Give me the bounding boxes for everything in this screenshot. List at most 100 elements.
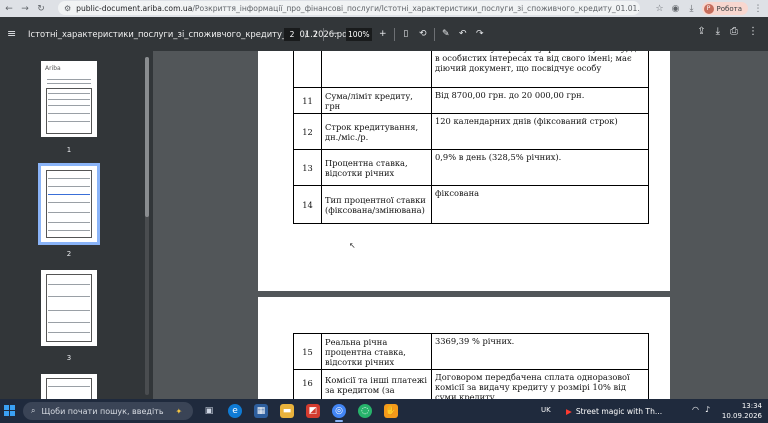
- youtube-icon: ▶: [566, 406, 572, 416]
- pdf-toolbar: ≡ Істотні_характеристики_послуги_зі_спож…: [0, 17, 768, 51]
- undo-icon[interactable]: ↶: [457, 29, 469, 39]
- row-label: Тип процентної ставки (фіксована/змінюва…: [321, 185, 432, 224]
- divider: [393, 27, 395, 41]
- forward-icon[interactable]: →: [18, 2, 32, 16]
- search-placeholder: Щоби почати пошук, введіть: [41, 406, 164, 416]
- annotate-pen-icon[interactable]: ✎: [440, 29, 452, 39]
- media-title: Street magic with Th...: [575, 406, 663, 416]
- hamburger-menu-icon[interactable]: ≡: [7, 27, 16, 40]
- site-info-icon[interactable]: ⚙: [64, 4, 71, 13]
- hand-app-icon[interactable]: ✋: [384, 404, 398, 418]
- table-row: 12 Строк кредитування, дн./міс./р. 120 к…: [293, 113, 649, 150]
- thumbnail-number: 3: [66, 354, 72, 362]
- windows-start-icon[interactable]: [4, 405, 16, 417]
- redo-icon[interactable]: ↷: [474, 29, 486, 39]
- table-row: 16 Комісії та інші платежі за кредитом (…: [293, 369, 649, 399]
- reload-icon[interactable]: ↻: [34, 2, 48, 16]
- row-label: Сума/ліміт кредиту, грн: [321, 87, 432, 114]
- taskbar-search[interactable]: ⌕ Щоби почати пошук, введіть ✦: [23, 402, 193, 420]
- messenger-icon[interactable]: ◌: [358, 404, 372, 418]
- total-pages: 7: [312, 29, 318, 39]
- print-icon[interactable]: ⎙: [730, 26, 738, 37]
- clock-date: 10.09.2026: [721, 412, 762, 420]
- file-explorer-icon[interactable]: ▬: [280, 404, 294, 418]
- more-options-icon[interactable]: ⋮: [748, 26, 758, 37]
- row-value: 120 календарних днів (фіксований строк): [431, 113, 649, 150]
- pdf-page: 15 Реальна річна процентна ставка, відсо…: [258, 297, 670, 399]
- pdf-page: ім’я платіжну картку в українському банк…: [258, 51, 670, 291]
- fit-page-icon[interactable]: ▯: [400, 29, 412, 39]
- row-label: Процентна ставка, відсотки річних: [321, 149, 432, 186]
- store-icon[interactable]: ▦: [254, 404, 268, 418]
- row-value: ім’я платіжну картку в українському банк…: [431, 51, 649, 88]
- row-number: 12: [293, 113, 322, 150]
- thumbnail-logo: Ariba: [45, 65, 61, 72]
- thumbnail-page-2[interactable]: [38, 163, 100, 245]
- row-value: Договором передбачена сплата одноразової…: [431, 369, 649, 399]
- search-icon: ⌕: [31, 406, 36, 415]
- divider: [433, 27, 435, 41]
- row-number: 14: [293, 185, 322, 224]
- page-number-input[interactable]: 2: [284, 27, 300, 41]
- pdf-viewer[interactable]: ім’я платіжну картку в українському банк…: [153, 51, 768, 399]
- row-value: 0,9% в день (328,5% річних).: [431, 149, 649, 186]
- thumbnail-number: 2: [66, 250, 72, 258]
- table-row: 14 Тип процентної ставки (фіксована/змін…: [293, 185, 649, 224]
- downloads-icon[interactable]: ⤓: [686, 3, 698, 15]
- thumbnail-page-1[interactable]: Ariba: [41, 61, 97, 137]
- mouse-cursor-icon: ↖: [349, 241, 356, 250]
- menu-dots-icon[interactable]: ⋮: [752, 3, 764, 15]
- rotate-icon[interactable]: ⟲: [417, 29, 429, 39]
- row-value: фіксована: [431, 185, 649, 224]
- profile-button[interactable]: Р Робота: [701, 2, 748, 15]
- table-row: 13 Процентна ставка, відсотки річних 0,9…: [293, 149, 649, 186]
- clock-time: 13:34: [741, 402, 762, 410]
- download-icon[interactable]: ⤓: [716, 26, 720, 37]
- url-domain: public-document.ariba.com.ua: [76, 3, 193, 13]
- row-label: Реальна річна процентна ставка, відсотки…: [321, 333, 432, 370]
- characteristics-table: 15 Реальна річна процентна ставка, відсо…: [293, 333, 649, 399]
- row-number: 15: [293, 333, 322, 370]
- thumbnail-page-3[interactable]: [41, 270, 97, 346]
- clock[interactable]: 13:34 10.09.2026: [722, 401, 762, 421]
- sidebar-scrollbar[interactable]: [145, 57, 149, 395]
- volume-icon[interactable]: ♪: [705, 405, 710, 414]
- profile-label: Робота: [716, 4, 742, 13]
- thumbnail-number: 1: [66, 146, 72, 154]
- zoom-out-button[interactable]: −: [329, 29, 341, 39]
- media-widget[interactable]: ▶ Street magic with Th...: [566, 402, 686, 420]
- row-value: Від 8700,00 грн. до 20 000,00 грн.: [431, 87, 649, 114]
- bookmark-star-icon[interactable]: ☆: [654, 3, 666, 15]
- edge-browser-icon[interactable]: e: [228, 404, 242, 418]
- row-number: 11: [293, 87, 322, 114]
- input-language[interactable]: UK: [541, 406, 551, 414]
- windows-taskbar: ⌕ Щоби почати пошук, введіть ✦ ▣ e ▦ ▬ ◩…: [0, 399, 768, 423]
- row-label: [321, 51, 432, 88]
- share-icon[interactable]: ⇪: [697, 26, 705, 37]
- chrome-icon[interactable]: ◎: [332, 404, 346, 418]
- extension-icon[interactable]: ◉: [670, 3, 682, 15]
- characteristics-table: ім’я платіжну картку в українському банк…: [293, 51, 649, 224]
- sparkle-icon: ✦: [175, 406, 183, 416]
- back-icon[interactable]: ←: [2, 2, 16, 16]
- row-number: 16: [293, 369, 322, 399]
- row-label: Строк кредитування, дн./міс./р.: [321, 113, 432, 150]
- divider: [322, 27, 324, 41]
- thumbnail-sidebar: Ariba 1 2 3: [0, 51, 153, 404]
- table-row: ім’я платіжну картку в українському банк…: [293, 51, 649, 88]
- avatar: Р: [703, 3, 714, 14]
- office-icon[interactable]: ◩: [306, 404, 320, 418]
- page-separator: /: [305, 29, 308, 39]
- zoom-input[interactable]: 100%: [345, 27, 372, 41]
- task-view-icon[interactable]: ▣: [202, 404, 216, 418]
- row-number: 13: [293, 149, 322, 186]
- wifi-icon[interactable]: ◠: [692, 405, 699, 414]
- row-value: 3369,39 % річних.: [431, 333, 649, 370]
- table-row: 15 Реальна річна процентна ставка, відсо…: [293, 333, 649, 370]
- row-number: [293, 51, 322, 88]
- active-app-indicator: [335, 420, 343, 422]
- browser-chrome: ← → ↻ ⚙ public-document.ariba.com.ua/Роз…: [0, 0, 768, 17]
- row-label: Комісії та інші платежі за кредитом (за: [321, 369, 432, 399]
- address-bar[interactable]: ⚙ public-document.ariba.com.ua/Розкриття…: [58, 1, 640, 15]
- zoom-in-button[interactable]: +: [377, 29, 389, 39]
